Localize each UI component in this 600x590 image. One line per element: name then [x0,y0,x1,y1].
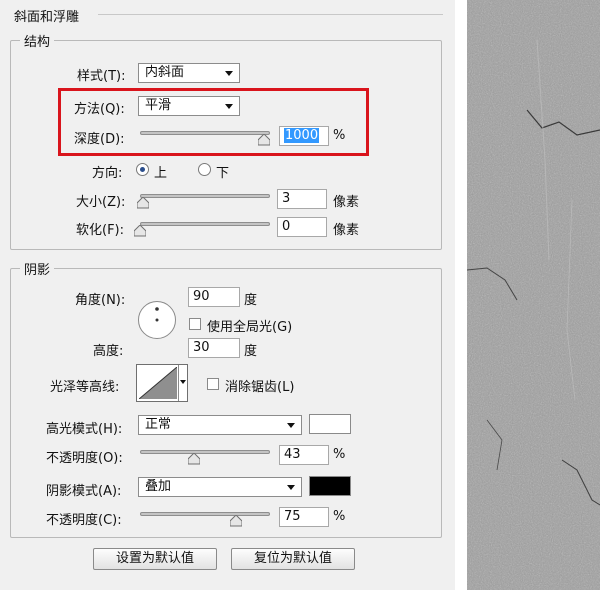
chevron-down-icon [225,71,233,76]
soften-slider-track[interactable] [140,222,270,226]
shadow-opacity-unit: % [333,509,346,524]
global-light-checkbox[interactable] [189,318,201,330]
shadow-color-swatch[interactable] [309,476,351,496]
anti-alias-checkbox[interactable] [207,378,219,390]
direction-up-radio[interactable] [136,163,149,176]
size-slider-track[interactable] [140,194,270,198]
shadow-mode-select[interactable]: 叠加 [138,477,302,497]
highlight-opacity-label: 不透明度(O): [46,451,123,466]
angle-input[interactable]: 90 [188,287,240,307]
direction-up-label: 上 [154,166,168,181]
highlight-mode-label: 高光模式(H): [46,422,123,437]
highlight-opacity-input[interactable]: 43 [279,445,329,465]
global-light-label: 使用全局光(G) [207,320,293,335]
chevron-down-icon [287,485,295,490]
direction-down-radio[interactable] [198,163,211,176]
anti-alias-label: 消除锯齿(L) [225,380,295,395]
depth-unit: % [333,128,346,143]
title-divider [98,14,443,15]
depth-input[interactable]: 1000 [279,126,329,146]
bevel-emboss-panel: 斜面和浮雕 结构 样式(T): 内斜面 方法(Q): 平滑 深度(D): 100… [0,0,455,590]
shadow-mode-value: 叠加 [145,479,172,494]
depth-slider-track[interactable] [140,131,270,135]
depth-label: 深度(D): [74,132,125,147]
highlight-mode-value: 正常 [145,417,172,432]
make-default-button[interactable]: 设置为默认值 [93,548,217,570]
method-select-value: 平滑 [145,98,172,113]
shadow-opacity-label: 不透明度(C): [46,513,122,528]
depth-input-value: 1000 [284,128,320,143]
size-label: 大小(Z): [76,195,126,210]
texture-preview [467,0,600,590]
method-label: 方法(Q): [74,102,125,117]
altitude-unit: 度 [244,344,258,359]
highlight-mode-select[interactable]: 正常 [138,415,302,435]
style-select[interactable]: 内斜面 [138,63,240,83]
altitude-label: 高度: [93,344,124,359]
soften-label: 软化(F): [76,223,125,238]
contour-linear-icon [139,367,177,399]
depth-slider-thumb[interactable] [258,134,270,146]
stone-texture-image [467,0,600,590]
gloss-contour-picker[interactable] [136,364,188,402]
highlight-color-swatch[interactable] [309,414,351,434]
shading-legend: 阴影 [20,259,55,278]
soften-slider-thumb[interactable] [134,225,146,237]
angle-label: 角度(N): [75,293,126,308]
highlight-opacity-thumb[interactable] [188,453,200,465]
shadow-opacity-track[interactable] [140,512,270,516]
chevron-down-icon [287,423,295,428]
direction-down-label: 下 [216,166,230,181]
shadow-opacity-input[interactable]: 75 [279,507,329,527]
altitude-input[interactable]: 30 [188,338,240,358]
shadow-mode-label: 阴影模式(A): [46,484,122,499]
size-slider-thumb[interactable] [137,197,149,209]
reset-default-button[interactable]: 复位为默认值 [231,548,355,570]
section-title: 斜面和浮雕 [14,10,80,25]
angle-unit: 度 [244,293,258,308]
method-select[interactable]: 平滑 [138,96,240,116]
highlight-opacity-unit: % [333,447,346,462]
chevron-down-icon [225,104,233,109]
highlight-opacity-track[interactable] [140,450,270,454]
structure-legend: 结构 [20,31,55,50]
panel-divider [455,0,467,590]
size-input[interactable]: 3 [277,189,327,209]
style-select-value: 内斜面 [145,65,185,80]
style-label: 样式(T): [77,69,126,84]
shadow-opacity-thumb[interactable] [230,515,242,527]
soften-input[interactable]: 0 [277,217,327,237]
direction-label: 方向: [92,166,123,181]
gloss-contour-label: 光泽等高线: [50,380,120,395]
size-unit: 像素 [333,195,360,210]
soften-unit: 像素 [333,223,360,238]
angle-dial[interactable] [137,300,177,340]
chevron-down-icon [180,380,186,384]
contour-separator [178,365,179,401]
